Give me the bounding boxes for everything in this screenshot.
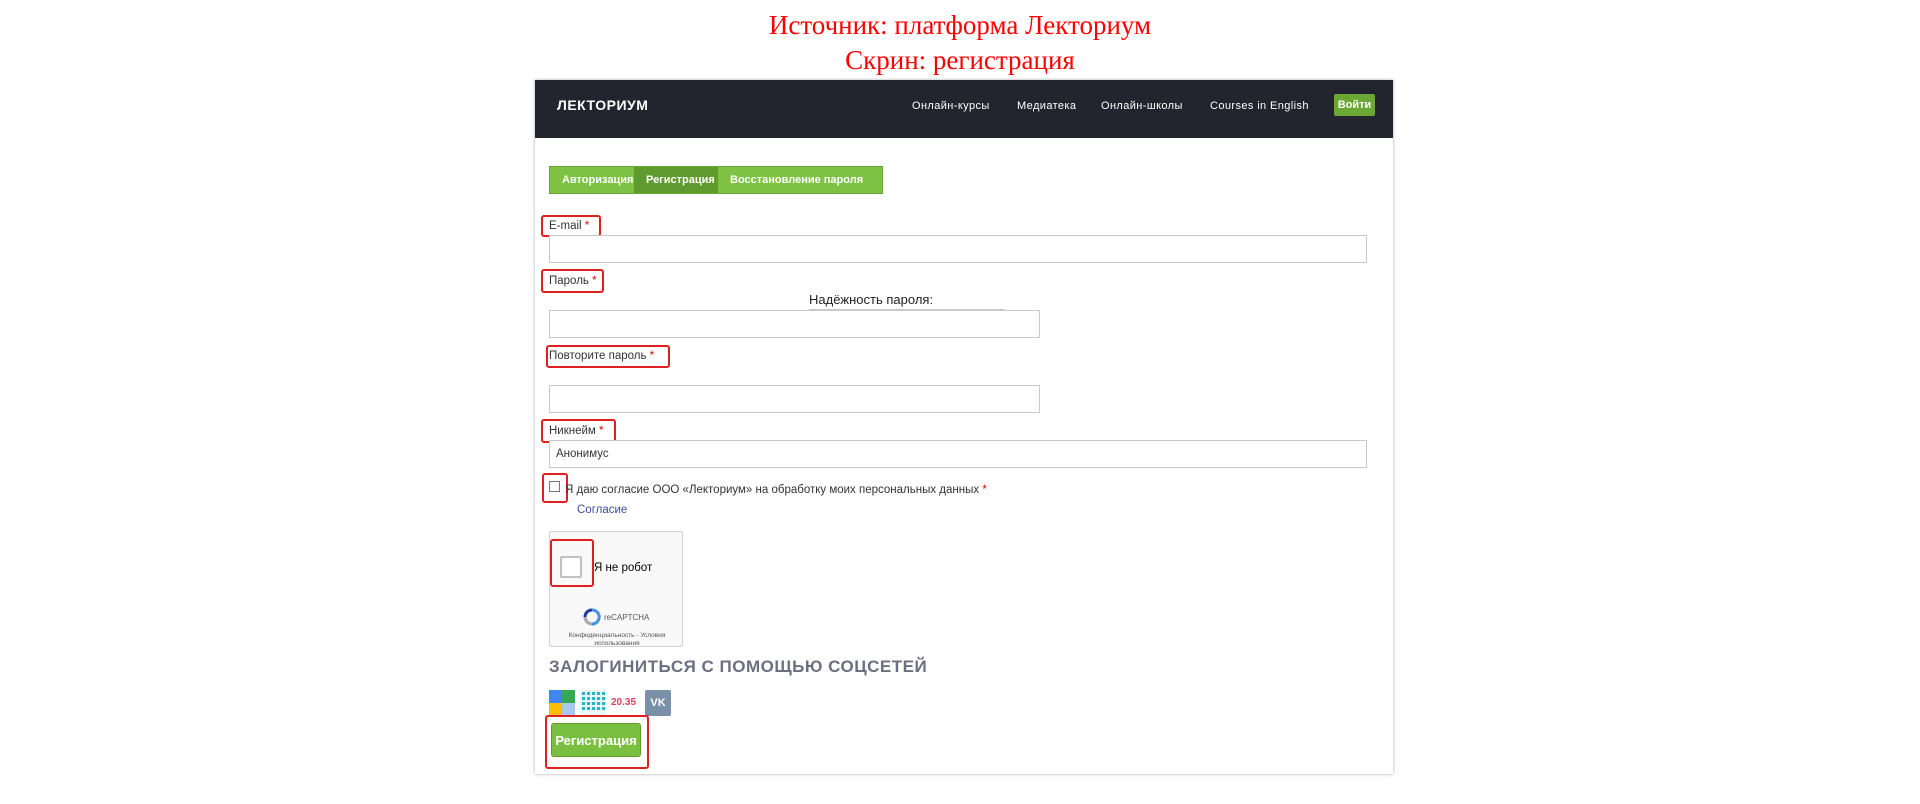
email-label: E-mail * [549, 220, 590, 232]
social-login-heading: ЗАЛОГИНИТЬСЯ С ПОМОЩЬЮ СОЦСЕТЕЙ [549, 657, 928, 676]
recaptcha-widget: Я не робот reCAPTCHA Конфиденциальность … [549, 531, 683, 647]
recaptcha-icon [583, 608, 601, 626]
email-field[interactable] [549, 235, 1367, 263]
tab-register[interactable]: Регистрация [634, 167, 718, 193]
required-mark: * [592, 275, 597, 287]
nickname-label: Никнейм * [549, 425, 604, 437]
recaptcha-privacy-links[interactable]: Конфиденциальность - Условия использован… [550, 632, 684, 648]
2035-icon[interactable]: 20.35 [611, 697, 636, 708]
site-logo[interactable]: ЛЕКТОРИУМ [557, 97, 648, 113]
tab-login[interactable]: Авторизация [550, 167, 634, 193]
required-mark: * [599, 425, 604, 437]
nickname-field[interactable] [549, 440, 1367, 468]
auth-tabs: Авторизация Регистрация Восстановление п… [549, 166, 883, 194]
nav-courses-english[interactable]: Courses in English [1210, 100, 1309, 112]
nav-media-library[interactable]: Медиатека [1017, 100, 1076, 112]
consent-link[interactable]: Согласие [577, 504, 627, 516]
nav-online-courses[interactable]: Онлайн-курсы [912, 100, 990, 112]
recaptcha-brand: reCAPTCHA [604, 613, 650, 622]
required-mark: * [982, 484, 987, 496]
register-button[interactable]: Регистрация [551, 723, 641, 757]
password-field[interactable] [549, 310, 1040, 338]
nav-online-schools[interactable]: Онлайн-школы [1101, 100, 1183, 112]
vk-icon[interactable]: VK [645, 690, 671, 716]
required-mark: * [649, 350, 655, 362]
annotation-title: Источник: платформа Лекториум [768, 10, 1152, 40]
password-strength-label: Надёжность пароля: [809, 292, 934, 307]
repeat-password-field[interactable] [549, 385, 1040, 413]
google-icon[interactable] [549, 690, 575, 716]
repeat-password-label: Повторите пароль * [549, 350, 655, 362]
tab-recover-password[interactable]: Восстановление пароля [718, 167, 882, 193]
consent-checkbox[interactable] [549, 481, 560, 492]
required-mark: * [584, 220, 590, 232]
password-label: Пароль * [549, 275, 597, 287]
consent-text: Я даю согласие ООО «Лекториум» на обрабо… [565, 484, 987, 496]
login-button[interactable]: Войти [1334, 94, 1375, 116]
site-header: ЛЕКТОРИУМ Онлайн-курсы Медиатека Онлайн-… [535, 80, 1393, 138]
leader-id-icon[interactable] [580, 690, 606, 716]
annotation-subtitle: Скрин: регистрация [845, 45, 1075, 75]
browser-page: ЛЕКТОРИУМ Онлайн-курсы Медиатека Онлайн-… [535, 80, 1393, 774]
recaptcha-checkbox[interactable] [560, 556, 582, 578]
recaptcha-label: Я не робот [594, 562, 653, 574]
